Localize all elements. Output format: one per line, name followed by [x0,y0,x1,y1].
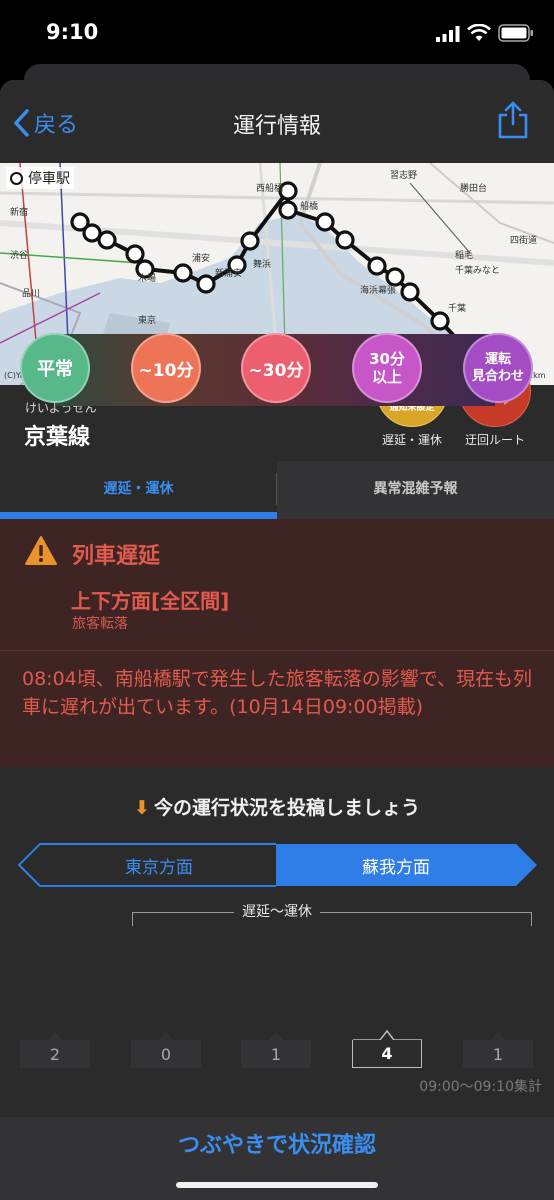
map-label: 渋谷 [10,249,28,261]
tweets-link[interactable]: つぶやきで状況確認 [0,1127,554,1159]
line-name: 京葉線 [24,425,91,450]
map-label: 東京 [138,314,156,326]
map-label: 習志野 [390,169,417,181]
wifi-icon [467,24,491,41]
map-label: 品川 [22,288,40,299]
clock: 9:10 [46,20,99,44]
status-normal-button[interactable]: 平常 [20,333,90,403]
count-30min: 1 [241,1040,311,1068]
map-label: 稲毛 [455,249,473,261]
map-label: 舞浜 [253,259,271,270]
map-legend: 停車駅 [6,167,74,189]
map-label: 新宿 [10,206,28,218]
count-over30min: 4 [352,1040,422,1068]
alert-section: 上下方面[全区間] [71,589,230,613]
status-label: ~10分 [138,360,194,381]
delay-range-label: 遅延〜運休 [0,901,554,921]
arrow-down-icon: ⬇ [134,797,150,819]
map-label: 千葉みなと [455,264,500,276]
count-10min: 0 [131,1040,201,1068]
status-suspended-button[interactable]: 運転 見合わせ [463,333,533,403]
legend-label: 停車駅 [28,171,70,187]
tab-congestion[interactable]: 異常混雑予報 [277,461,554,515]
status-label: ~30分 [248,360,304,381]
map-label: 千葉 [448,302,466,314]
page-title: 運行情報 [232,114,321,139]
tab-delay[interactable]: 遅延・運休 [0,461,277,515]
status-label-sub: 以上 [371,368,402,386]
map-label: 四街道 [510,234,537,246]
status-10min-button[interactable]: ~10分 [131,333,201,403]
count-suspended: 1 [463,1040,533,1068]
share-icon[interactable] [496,100,530,140]
status-30min-button[interactable]: ~30分 [241,333,311,403]
status-over30min-button[interactable]: 30分 以上 [352,333,422,403]
direction-tokyo[interactable]: 東京方面 [42,843,276,887]
map-label: 木場 [138,272,156,284]
alert-cause: 旅客転落 [72,616,128,632]
station-dot-icon [10,171,23,185]
info-tabs: 遅延・運休 異常混雑予報 [0,461,554,519]
status-label-sub: 見合わせ [471,369,524,384]
status-label: 平常 [37,359,73,380]
notification-caption: 遅延・運休 [381,433,442,447]
alert-title: 列車遅延 [72,544,161,569]
map-label: 西船橋 [256,182,283,194]
count-normal: 2 [20,1040,90,1068]
post-title-text: 今の運行状況を投稿しましょう [153,797,420,819]
alert-message: 08:04頃、南船橋駅で発生した旅客転落の影響で、現在も列車に遅れが出ています。… [22,668,532,718]
count-pointer [159,1032,173,1040]
post-title: ⬇ 今の運行状況を投稿しましょう [0,793,554,820]
count-pointer [491,1032,505,1040]
navigation-bar: 戻る 運行情報 [0,80,554,163]
battery-icon [498,24,533,42]
map-label: 新浦安 [215,267,242,279]
status-label: 30分 [369,350,405,368]
cellular-signal-icon [436,26,460,42]
direction-selector: 東京方面 蘇我方面 [18,843,538,887]
map-label: 勝田台 [460,182,487,194]
map-label: 船橋 [300,200,318,212]
warning-icon [25,536,57,565]
status-label: 運転 [484,352,511,367]
home-indicator[interactable] [176,1182,378,1188]
tally-period: 09:00〜09:10集計 [419,1079,542,1095]
count-pointer [48,1032,62,1040]
detour-caption: 迂回ルート [464,433,525,447]
delay-alert: 列車遅延 上下方面[全区間] 旅客転落 08:04頃、南船橋駅で発生した旅客転落… [0,519,554,767]
count-pointer [269,1032,283,1040]
divider [0,650,554,651]
tab-active-indicator [0,512,277,519]
map-label: 海浜幕張 [360,284,396,296]
status-bar: 9:10 [0,0,554,66]
map-label: 浦安 [192,252,210,264]
delay-range-text: 遅延〜運休 [234,904,320,920]
direction-soga[interactable]: 蘇我方面 [276,843,516,887]
